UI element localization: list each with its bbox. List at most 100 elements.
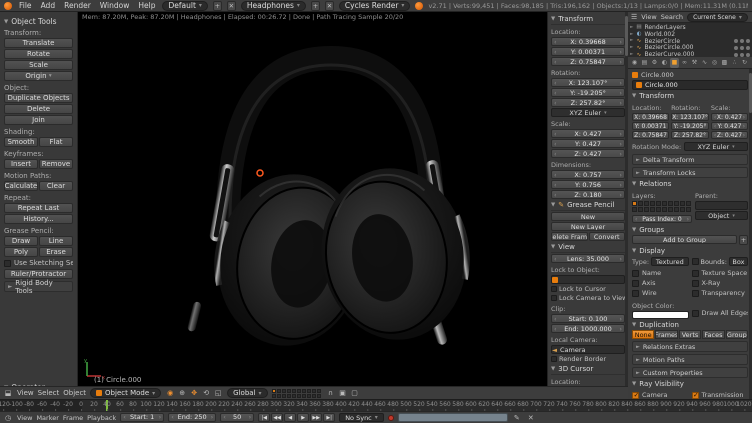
rigid-body-tools-panel[interactable]: ►Rigid Body Tools bbox=[4, 281, 73, 292]
header-icon[interactable]: ⊕ bbox=[177, 389, 187, 397]
layer-cell[interactable] bbox=[282, 394, 286, 398]
transform-panel-header[interactable]: ▼Transform bbox=[551, 15, 625, 25]
tool-button[interactable]: Clear bbox=[39, 181, 73, 191]
layer-cell[interactable] bbox=[292, 389, 296, 393]
current-frame-field[interactable]: 50 bbox=[220, 413, 254, 422]
layer-cell[interactable] bbox=[277, 394, 281, 398]
duplication-option[interactable]: Frames bbox=[655, 330, 677, 339]
insert-keyframe-icon[interactable]: ✎ bbox=[512, 414, 522, 422]
layer-cell[interactable] bbox=[287, 394, 291, 398]
layer-cell[interactable] bbox=[674, 201, 679, 206]
tool-button[interactable]: Repeat Last bbox=[4, 203, 73, 213]
tool-shelf-title[interactable]: ▼Object Tools bbox=[4, 17, 73, 26]
properties-tab[interactable]: ∴ bbox=[730, 58, 739, 68]
add-scene-button[interactable]: + bbox=[311, 1, 320, 11]
expand-icon[interactable]: ► bbox=[630, 25, 633, 30]
duplication-option[interactable]: Faces bbox=[702, 330, 724, 339]
layer-cell[interactable] bbox=[277, 389, 281, 393]
menu-item[interactable]: View bbox=[17, 389, 34, 397]
layer-cell[interactable] bbox=[680, 207, 685, 212]
number-field[interactable]: Z: 0.427 bbox=[711, 131, 748, 139]
number-field[interactable]: Y: -19.205° bbox=[551, 88, 625, 97]
layer-cell[interactable] bbox=[282, 389, 286, 393]
lens-slider[interactable]: Lens: 35.000 bbox=[551, 254, 625, 263]
menu-item[interactable]: Help bbox=[136, 1, 157, 10]
transform-panel-header[interactable]: ▼Transform bbox=[632, 92, 748, 100]
number-field[interactable]: Z: 0.75847 bbox=[632, 131, 669, 139]
tool-button[interactable]: Line bbox=[39, 236, 73, 246]
tool-button[interactable]: Poly bbox=[4, 247, 38, 257]
grease-pencil-panel-header[interactable]: ▼✎Grease Pencil bbox=[551, 201, 625, 211]
clip-start-field[interactable]: Start: 0.100 bbox=[551, 314, 625, 323]
layer-cell[interactable] bbox=[668, 201, 673, 206]
layer-cell[interactable] bbox=[312, 394, 316, 398]
tool-button[interactable]: Remove bbox=[39, 159, 73, 169]
expand-icon[interactable]: ► bbox=[630, 32, 633, 37]
collapsed-panel[interactable]: ►Delta Transform bbox=[632, 154, 748, 165]
properties-tab[interactable]: ∞ bbox=[680, 58, 689, 68]
view-panel-header[interactable]: ▼View bbox=[551, 243, 625, 253]
lock-object-field[interactable] bbox=[551, 275, 625, 284]
properties-tab[interactable]: ∿ bbox=[700, 58, 709, 68]
parent-type-dropdown[interactable]: Object▾ bbox=[695, 211, 748, 220]
layer-cell[interactable] bbox=[272, 389, 276, 393]
delete-scene-button[interactable]: ✕ bbox=[325, 1, 334, 11]
layer-cell[interactable] bbox=[292, 394, 296, 398]
number-field[interactable]: Z: 0.75847 bbox=[551, 57, 625, 66]
collapsed-panel[interactable]: ►Transform Locks bbox=[632, 167, 748, 178]
number-field[interactable]: X: 0.427 bbox=[711, 113, 748, 121]
layer-cell[interactable] bbox=[317, 389, 321, 393]
number-field[interactable]: X: 0.39668 bbox=[632, 113, 669, 121]
layer-cell[interactable] bbox=[656, 207, 661, 212]
checkbox-row[interactable]: X-Ray bbox=[692, 279, 749, 287]
layer-cell[interactable] bbox=[662, 207, 667, 212]
transport-button[interactable]: ▶ bbox=[297, 413, 309, 422]
layer-cell[interactable] bbox=[287, 389, 291, 393]
tool-button[interactable]: Duplicate Objects bbox=[4, 93, 73, 103]
number-field[interactable]: Z: 257.82° bbox=[671, 131, 709, 139]
tool-button[interactable]: Erase bbox=[39, 247, 73, 257]
number-field[interactable]: Y: 0.00371 bbox=[551, 47, 625, 56]
camera-field[interactable]: ◄Camera bbox=[551, 345, 625, 354]
number-field[interactable]: X: 123.107° bbox=[671, 113, 709, 121]
tool-button[interactable]: Translate bbox=[4, 38, 73, 48]
tool-button[interactable]: Calculate bbox=[4, 181, 38, 191]
visibility-icons[interactable] bbox=[734, 46, 750, 50]
layer-cell[interactable] bbox=[632, 207, 637, 212]
properties-tab[interactable]: ▩ bbox=[720, 58, 729, 68]
layer-cell[interactable] bbox=[650, 207, 655, 212]
tool-button[interactable]: Rotate bbox=[4, 49, 73, 59]
layer-cell[interactable] bbox=[668, 207, 673, 212]
bounds-dropdown[interactable]: Box bbox=[729, 257, 748, 266]
ruler-protractor-button[interactable]: Ruler/Protractor bbox=[4, 269, 73, 279]
object-name-field[interactable]: Circle.000 bbox=[632, 80, 748, 90]
tool-button[interactable]: Flat bbox=[39, 137, 73, 147]
new-group-button[interactable]: + bbox=[739, 235, 748, 245]
outliner-scope-dropdown[interactable]: Current Scene▾ bbox=[687, 13, 748, 22]
number-field[interactable]: Y: 0.756 bbox=[551, 180, 625, 189]
checkbox-row[interactable]: Lock to Cursor bbox=[551, 285, 625, 293]
tool-button[interactable]: Insert bbox=[4, 159, 38, 169]
layer-cell[interactable] bbox=[650, 201, 655, 206]
groups-panel-header[interactable]: ▼Groups bbox=[632, 226, 748, 234]
header-icon[interactable]: ◱ bbox=[213, 389, 223, 397]
number-field[interactable]: X: 0.39668 bbox=[551, 37, 625, 46]
menu-item[interactable]: Playback bbox=[87, 414, 116, 422]
layer-cell[interactable] bbox=[307, 394, 311, 398]
layer-cell[interactable] bbox=[302, 394, 306, 398]
add-layout-button[interactable]: + bbox=[213, 1, 222, 11]
sync-dropdown[interactable]: No Sync▾ bbox=[339, 413, 384, 422]
layer-cell[interactable] bbox=[317, 394, 321, 398]
rotation-mode-dropdown[interactable]: XYZ Euler▾ bbox=[551, 108, 625, 117]
tool-button[interactable]: Draw bbox=[4, 236, 38, 246]
draw-all-edges-checkbox[interactable]: Draw All Edges bbox=[692, 309, 749, 317]
properties-tab[interactable]: ◎ bbox=[710, 58, 719, 68]
layer-cell[interactable] bbox=[312, 389, 316, 393]
layer-cell[interactable] bbox=[644, 201, 649, 206]
menu-item[interactable]: View bbox=[17, 414, 32, 422]
layer-cell[interactable] bbox=[297, 389, 301, 393]
visibility-icons[interactable] bbox=[734, 53, 750, 57]
transport-button[interactable]: ◀ bbox=[284, 413, 296, 422]
checkbox-row[interactable]: Camera bbox=[632, 391, 689, 399]
delete-keyframe-icon[interactable]: ✕ bbox=[526, 414, 536, 422]
